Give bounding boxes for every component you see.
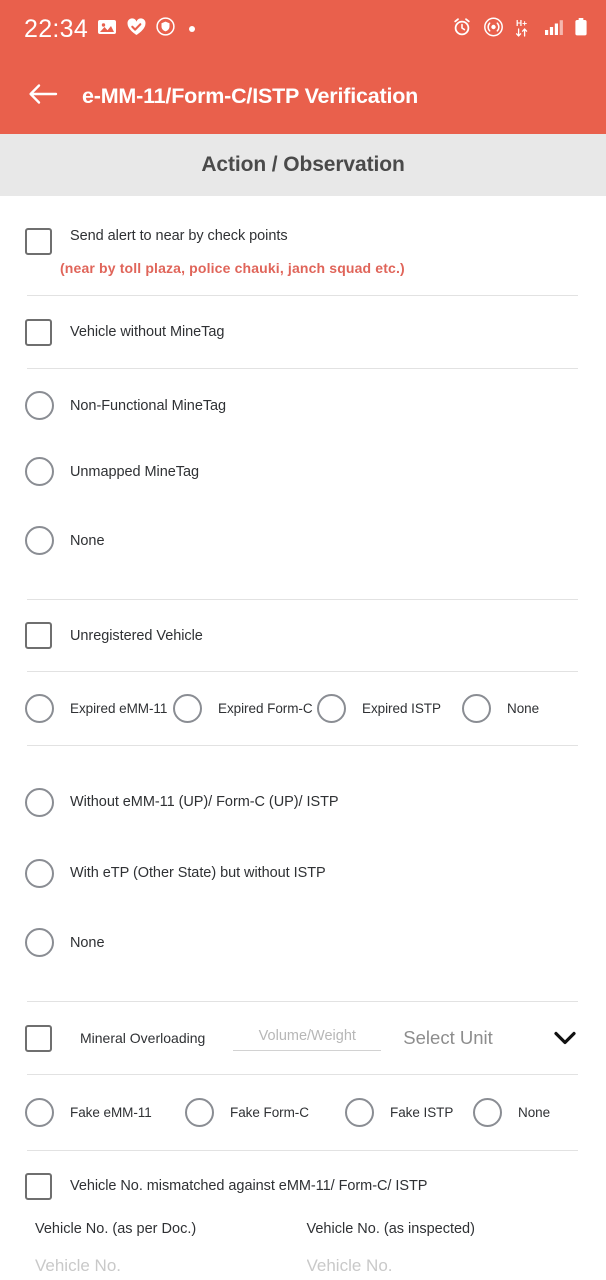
section-header: Action / Observation bbox=[0, 134, 606, 196]
svg-text:H+: H+ bbox=[516, 18, 527, 28]
radio-expired-istp[interactable] bbox=[317, 694, 346, 723]
radio-label-fake-emm11: Fake eMM-11 bbox=[70, 1105, 152, 1120]
status-bar-clock: 22:34 bbox=[24, 14, 89, 43]
vehicle-mismatch-checkbox[interactable] bbox=[25, 1172, 52, 1200]
hplus-data-icon: H+ bbox=[515, 17, 533, 42]
radio-label-minetag-none: None bbox=[70, 532, 105, 549]
radio-expired-formc[interactable] bbox=[173, 694, 202, 723]
send-alert-hint-row: (near by toll plaza, police chauki, janc… bbox=[0, 260, 606, 278]
radio-label-expired-istp: Expired ISTP bbox=[362, 701, 441, 716]
vehicle-no-inspected-label: Vehicle No. (as inspected) bbox=[306, 1221, 475, 1237]
radio-fake-emm11[interactable] bbox=[25, 1098, 54, 1127]
radio-label-unmapped-minetag: Unmapped MineTag bbox=[70, 463, 199, 480]
vehicle-no-doc-column: Vehicle No. (as per Doc.) bbox=[35, 1221, 307, 1276]
radio-row-expired-none: None bbox=[462, 694, 539, 723]
vehicle-no-inspected-column: Vehicle No. (as inspected) bbox=[306, 1221, 579, 1276]
status-bar-left: 22:34 bbox=[24, 14, 196, 43]
radio-without-emm11[interactable] bbox=[25, 787, 54, 817]
radio-row-fake-emm11: Fake eMM-11 bbox=[25, 1098, 185, 1127]
radio-label-fake-formc: Fake Form-C bbox=[230, 1105, 309, 1120]
radio-minetag-none[interactable] bbox=[25, 526, 54, 555]
radio-without-doc-none[interactable] bbox=[25, 928, 54, 957]
vehicle-no-doc-label: Vehicle No. (as per Doc.) bbox=[35, 1221, 197, 1237]
send-alert-checkbox[interactable] bbox=[25, 228, 52, 255]
battery-icon bbox=[574, 17, 588, 42]
mineral-overloading-label: Mineral Overloading bbox=[80, 1030, 206, 1046]
radio-label-without-doc-none: None bbox=[70, 934, 105, 951]
divider-5 bbox=[27, 745, 578, 746]
vehicle-mismatch-label: Vehicle No. mismatched against eMM-11/ F… bbox=[70, 1178, 428, 1194]
image-icon bbox=[97, 17, 117, 42]
radio-row-without-emm11: Without eMM-11 (UP)/ Form-C (UP)/ ISTP bbox=[0, 766, 606, 838]
radio-expired-emm11[interactable] bbox=[25, 694, 54, 723]
radio-row-non-functional-minetag: Non-Functional MineTag bbox=[0, 374, 606, 437]
radio-row-minetag-none: None bbox=[0, 506, 606, 575]
page-title: e-MM-11/Form-C/ISTP Verification bbox=[82, 83, 419, 108]
radio-label-fake-istp: Fake ISTP bbox=[390, 1105, 454, 1120]
radio-label-expired-none: None bbox=[507, 701, 540, 716]
radio-fake-istp[interactable] bbox=[345, 1098, 374, 1127]
radio-label-expired-emm11: Expired eMM-11 bbox=[70, 701, 168, 716]
back-button[interactable] bbox=[26, 79, 60, 113]
radio-expired-none[interactable] bbox=[462, 694, 491, 723]
unregistered-vehicle-row: Unregistered Vehicle bbox=[0, 600, 606, 671]
radio-label-non-functional-minetag: Non-Functional MineTag bbox=[70, 397, 227, 414]
radio-row-fake-istp: Fake ISTP bbox=[345, 1098, 473, 1127]
radio-unmapped-minetag[interactable] bbox=[25, 457, 54, 486]
alarm-icon bbox=[452, 17, 472, 42]
vehicle-no-fields: Vehicle No. (as per Doc.) Vehicle No. (a… bbox=[0, 1221, 606, 1276]
radio-label-with-etp: With eTP (Other State) but without ISTP bbox=[70, 865, 326, 881]
radio-fake-formc[interactable] bbox=[185, 1098, 214, 1127]
app-screen: 22:34 H+ e-MM-11/Form-C/ISTP Verificatio… bbox=[0, 0, 606, 1280]
vehicle-no-inspected-input[interactable] bbox=[306, 1256, 547, 1276]
status-bar-right: H+ bbox=[452, 17, 588, 42]
heart-check-icon bbox=[126, 17, 147, 42]
radio-with-etp[interactable] bbox=[25, 858, 54, 888]
send-alert-hint: (near by toll plaza, police chauki, janc… bbox=[60, 260, 405, 276]
radio-row-unmapped-minetag: Unmapped MineTag bbox=[0, 437, 606, 506]
radio-row-fake-formc: Fake Form-C bbox=[185, 1098, 345, 1127]
vehicle-mismatch-row: Vehicle No. mismatched against eMM-11/ F… bbox=[0, 1151, 606, 1221]
mineral-overloading-checkbox[interactable] bbox=[25, 1024, 52, 1052]
unregistered-vehicle-checkbox[interactable] bbox=[25, 622, 52, 649]
divider-2 bbox=[27, 368, 578, 369]
radio-label-fake-none: None bbox=[518, 1105, 551, 1120]
unit-select[interactable]: Select Unit bbox=[403, 1027, 492, 1049]
mineral-overloading-row: Mineral Overloading Select Unit bbox=[0, 1002, 606, 1074]
send-alert-label: Send alert to near by check points bbox=[70, 228, 288, 244]
hotspot-icon bbox=[483, 17, 504, 42]
radio-row-with-etp: With eTP (Other State) but without ISTP bbox=[0, 838, 606, 908]
section-header-label: Action / Observation bbox=[201, 153, 405, 176]
radio-row-expired-emm11: Expired eMM-11 bbox=[25, 694, 173, 723]
vehicle-without-minetag-label: Vehicle without MineTag bbox=[70, 324, 225, 340]
fake-radio-group: Fake eMM-11 Fake Form-C Fake ISTP None bbox=[0, 1075, 606, 1150]
radio-label-expired-formc: Expired Form-C bbox=[218, 701, 313, 716]
radio-label-without-emm11: Without eMM-11 (UP)/ Form-C (UP)/ ISTP bbox=[70, 794, 339, 810]
app-bar: e-MM-11/Form-C/ISTP Verification bbox=[0, 58, 606, 134]
radio-row-expired-formc: Expired Form-C bbox=[173, 694, 317, 723]
unregistered-vehicle-label: Unregistered Vehicle bbox=[70, 627, 203, 644]
radio-non-functional-minetag[interactable] bbox=[25, 391, 54, 420]
dot-indicator-icon bbox=[189, 26, 196, 32]
back-arrow-icon bbox=[28, 82, 58, 111]
radio-row-without-doc-none: None bbox=[0, 908, 606, 977]
observation-form: Send alert to near by check points (near… bbox=[0, 196, 606, 1276]
status-bar: 22:34 H+ bbox=[0, 0, 606, 58]
vehicle-no-doc-input[interactable] bbox=[35, 1256, 275, 1276]
radio-row-fake-none: None bbox=[473, 1098, 550, 1127]
vehicle-without-minetag-row: Vehicle without MineTag bbox=[0, 296, 606, 368]
send-alert-row: Send alert to near by check points bbox=[0, 196, 606, 266]
shield-icon bbox=[156, 17, 175, 41]
radio-row-expired-istp: Expired ISTP bbox=[317, 694, 462, 723]
expired-radio-group: Expired eMM-11 Expired Form-C Expired IS… bbox=[0, 672, 606, 745]
vehicle-without-minetag-checkbox[interactable] bbox=[25, 318, 52, 346]
volume-weight-input[interactable] bbox=[233, 1025, 382, 1051]
radio-fake-none[interactable] bbox=[473, 1098, 502, 1127]
signal-bars-icon bbox=[544, 18, 563, 41]
chevron-down-icon[interactable] bbox=[552, 1029, 578, 1047]
